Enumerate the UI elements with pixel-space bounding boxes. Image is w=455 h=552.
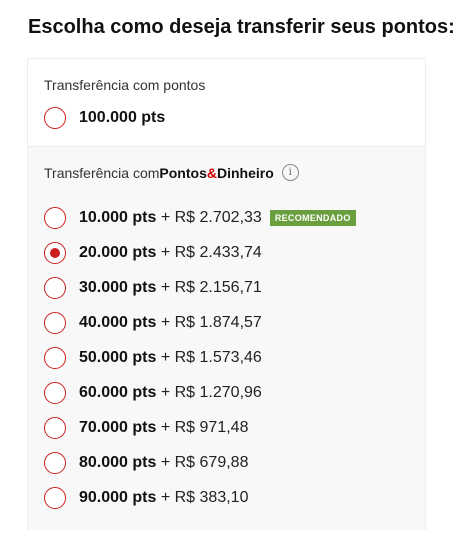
info-icon[interactable]: i xyxy=(281,164,299,181)
option-label: 10.000 pts + R$ 2.702,33 xyxy=(79,209,262,227)
plus-sign: + xyxy=(156,489,175,506)
radio-button[interactable] xyxy=(44,242,66,264)
radio-button[interactable] xyxy=(44,277,66,299)
brand-dinheiro: Dinheiro xyxy=(217,164,274,181)
radio-button[interactable] xyxy=(44,347,66,369)
plus-sign: + xyxy=(156,314,175,331)
radio-button[interactable] xyxy=(44,417,66,439)
option-money: R$ 2.433,74 xyxy=(174,244,262,261)
option-points: 20.000 pts xyxy=(79,244,157,261)
option-points: 70.000 pts xyxy=(79,419,157,436)
option-label: 80.000 pts + R$ 679,88 xyxy=(79,454,248,472)
radio-button[interactable] xyxy=(44,487,66,509)
mixed-option-row[interactable]: 50.000 pts + R$ 1.573,46 xyxy=(44,345,262,371)
option-points: 80.000 pts xyxy=(79,454,157,471)
mixed-option-row[interactable]: 30.000 pts + R$ 2.156,71 xyxy=(44,275,262,301)
points-only-section: Transferência com pontos 100.000 pts xyxy=(28,59,425,147)
plus-sign: + xyxy=(156,244,175,261)
transfer-options-card: Transferência com pontos 100.000 pts Tra… xyxy=(27,58,426,530)
points-only-label: Transferência com pontos xyxy=(44,77,206,93)
plus-sign: + xyxy=(156,419,175,436)
option-label: 40.000 pts + R$ 1.874,57 xyxy=(79,314,262,332)
option-money: R$ 1.270,96 xyxy=(174,384,262,401)
page-title: Escolha como deseja transferir seus pont… xyxy=(28,16,455,38)
radio-button[interactable] xyxy=(44,452,66,474)
option-label: 50.000 pts + R$ 1.573,46 xyxy=(79,349,262,367)
plus-sign: + xyxy=(156,279,175,296)
option-100000-pts[interactable]: 100.000 pts xyxy=(44,105,165,131)
option-label: 100.000 pts xyxy=(79,109,165,127)
radio-button[interactable] xyxy=(44,312,66,334)
option-label: 70.000 pts + R$ 971,48 xyxy=(79,419,248,437)
mixed-option-row[interactable]: 70.000 pts + R$ 971,48 xyxy=(44,415,248,441)
radio-button[interactable] xyxy=(44,382,66,404)
option-label: 60.000 pts + R$ 1.270,96 xyxy=(79,384,262,402)
option-label: 90.000 pts + R$ 383,10 xyxy=(79,489,248,507)
option-money: R$ 971,48 xyxy=(174,419,249,436)
recommended-badge: RECOMENDADO xyxy=(269,210,356,226)
option-money: R$ 679,88 xyxy=(174,454,249,471)
brand-ampersand: & xyxy=(206,164,217,181)
option-points: 60.000 pts xyxy=(79,384,157,401)
points-money-label: Transferência com Pontos & Dinheiro i xyxy=(44,164,299,181)
radio-button[interactable] xyxy=(44,107,66,129)
option-points: 100.000 pts xyxy=(79,109,166,126)
plus-sign: + xyxy=(156,209,175,226)
points-money-section: Transferência com Pontos & Dinheiro i 10.0… xyxy=(28,147,425,530)
option-money: R$ 2.156,71 xyxy=(174,279,262,296)
radio-button[interactable] xyxy=(44,207,66,229)
option-money: R$ 2.702,33 xyxy=(174,209,262,226)
option-points: 10.000 pts xyxy=(79,209,157,226)
option-points: 30.000 pts xyxy=(79,279,157,296)
mixed-option-row[interactable]: 20.000 pts + R$ 2.433,74 xyxy=(44,240,262,266)
plus-sign: + xyxy=(156,454,175,471)
option-points: 50.000 pts xyxy=(79,349,157,366)
mixed-option-row[interactable]: 40.000 pts + R$ 1.874,57 xyxy=(44,310,262,336)
option-money: R$ 1.874,57 xyxy=(174,314,262,331)
mixed-option-row[interactable]: 90.000 pts + R$ 383,10 xyxy=(44,485,248,511)
option-points: 40.000 pts xyxy=(79,314,157,331)
plus-sign: + xyxy=(156,384,175,401)
mixed-option-row[interactable]: 80.000 pts + R$ 679,88 xyxy=(44,450,248,476)
mixed-option-row[interactable]: 60.000 pts + R$ 1.270,96 xyxy=(44,380,262,406)
plus-sign: + xyxy=(156,349,175,366)
mixed-option-row[interactable]: 10.000 pts + R$ 2.702,33 RECOMENDADO xyxy=(44,205,356,231)
option-label: 20.000 pts + R$ 2.433,74 xyxy=(79,244,262,262)
label-prefix: Transferência com xyxy=(44,164,160,181)
brand-pontos: Pontos xyxy=(159,164,207,181)
option-money: R$ 1.573,46 xyxy=(174,349,262,366)
option-money: R$ 383,10 xyxy=(174,489,249,506)
option-points: 90.000 pts xyxy=(79,489,157,506)
option-label: 30.000 pts + R$ 2.156,71 xyxy=(79,279,262,297)
